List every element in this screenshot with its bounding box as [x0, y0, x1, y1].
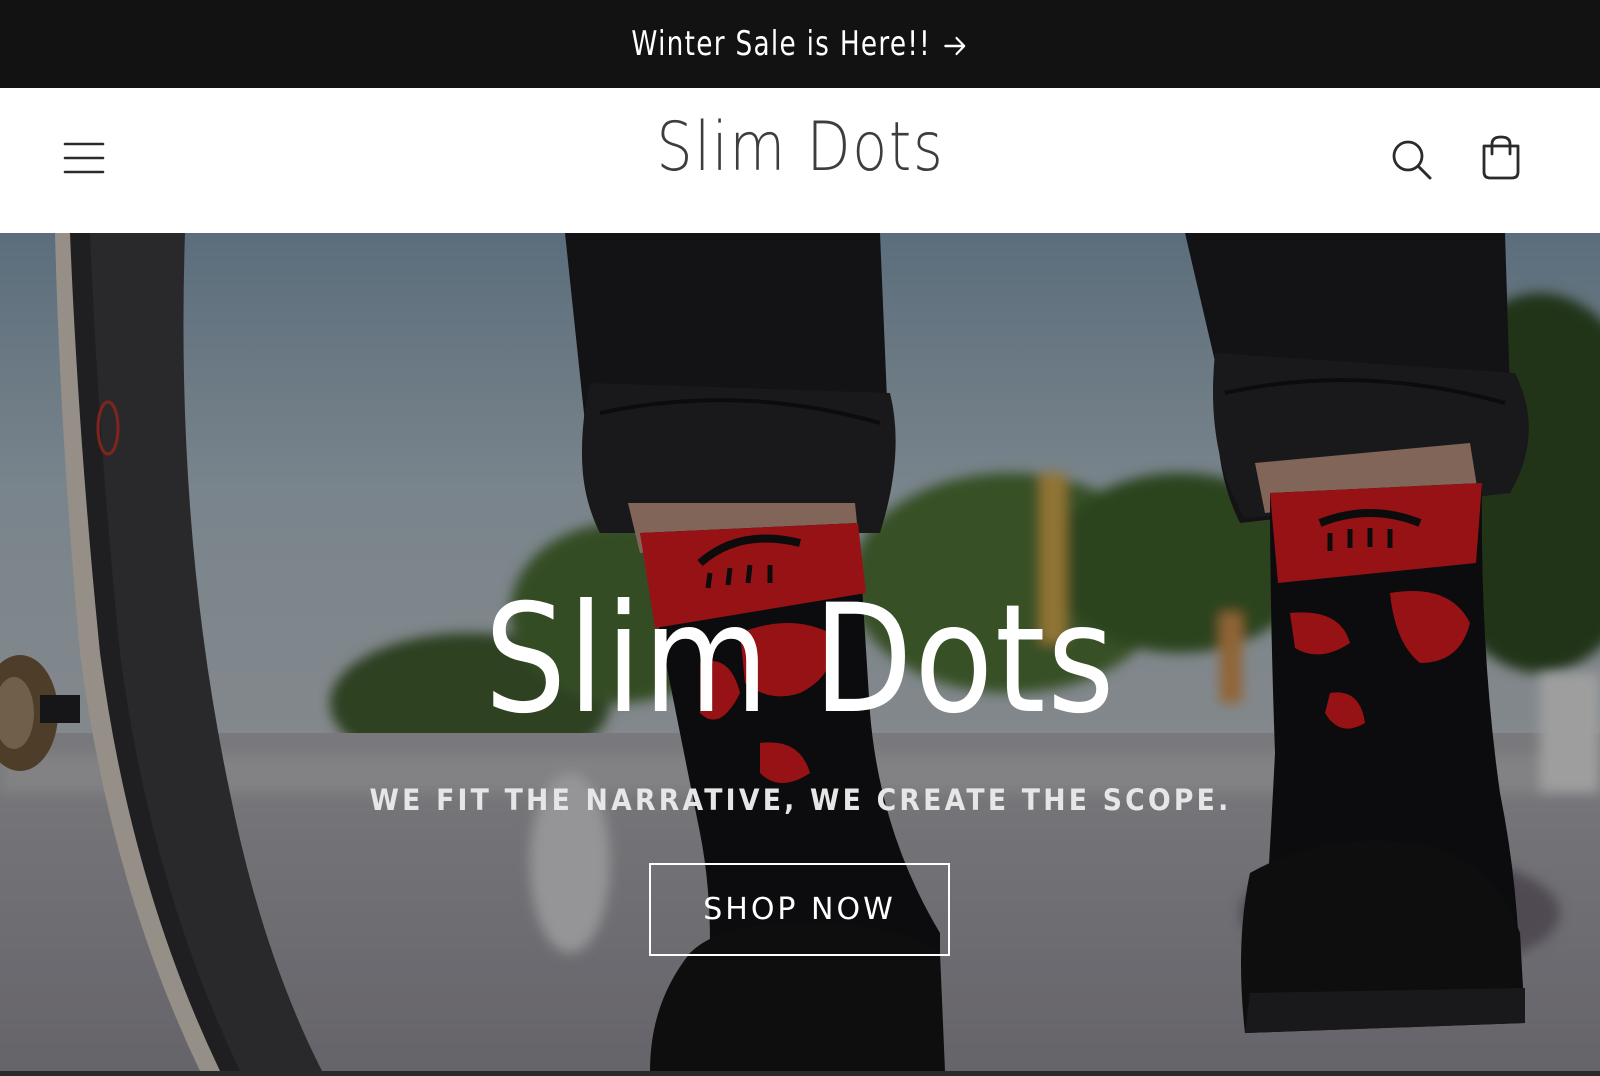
brand-name: Slim Dots — [655, 108, 944, 187]
hero-subtitle: WE FIT THE NARRATIVE, WE CREATE THE SCOP… — [369, 783, 1231, 817]
brand-logo[interactable]: Slim Dots — [0, 114, 1600, 182]
cart-bag-icon — [1482, 135, 1520, 180]
search-icon — [1392, 140, 1432, 180]
shop-now-label: SHOP NOW — [703, 892, 896, 927]
search-button[interactable] — [1388, 136, 1436, 184]
site-header: Slim Dots — [0, 88, 1600, 233]
arrow-right-icon — [944, 36, 966, 55]
hero-bottom-border — [0, 1071, 1600, 1076]
announcement-text: Winter Sale is Here!! — [631, 24, 932, 64]
hero-banner: Slim Dots WE FIT THE NARRATIVE, WE CREAT… — [0, 233, 1600, 1071]
announcement-bar[interactable]: Winter Sale is Here!! — [0, 0, 1600, 88]
shop-now-button[interactable]: SHOP NOW — [649, 863, 950, 956]
announcement-link[interactable]: Winter Sale is Here!! — [632, 24, 969, 64]
hero-title: Slim Dots — [484, 573, 1116, 747]
cart-button[interactable] — [1478, 134, 1524, 182]
